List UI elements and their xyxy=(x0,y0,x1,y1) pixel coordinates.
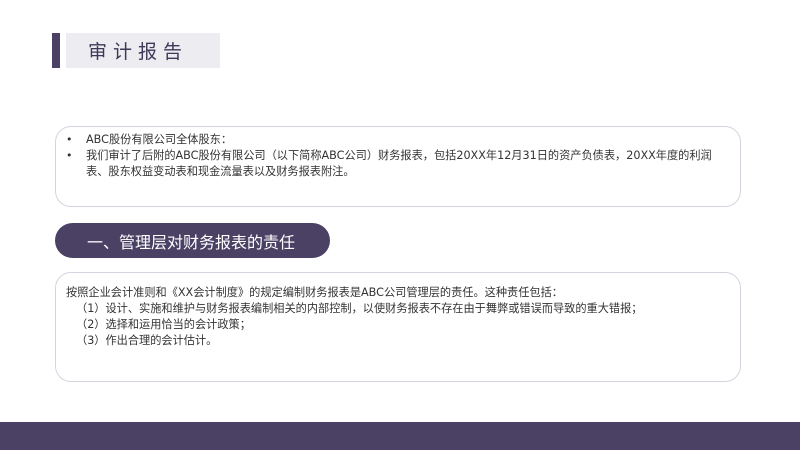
section-heading: 一、管理层对财务报表的责任 xyxy=(87,232,296,252)
title-accent-bar xyxy=(52,33,60,68)
bullet-icon: • xyxy=(66,133,73,146)
section-heading-pill: 一、管理层对财务报表的责任 xyxy=(55,223,330,258)
list-item: （2）选择和运用恰当的会计政策； xyxy=(76,318,251,331)
intro-card: • ABC股份有限公司全体股东： • 我们审计了后附的ABC股份有限公司（以下简称A… xyxy=(55,126,741,207)
list-item: （3）作出合理的会计估计。 xyxy=(76,334,218,347)
list-item: （1）设计、实施和维护与财务报表编制相关的内部控制，以使财务报表不存在由于舞弊或… xyxy=(76,302,643,315)
intro-bullet-text: ABC股份有限公司全体股东： xyxy=(86,133,233,146)
footer-bar xyxy=(0,422,800,450)
responsibility-card: 按照企业会计准则和《XX会计制度》的规定编制财务报表是ABC公司管理层的责任。这… xyxy=(55,272,741,382)
responsibility-text: 按照企业会计准则和《XX会计制度》的规定编制财务报表是ABC公司管理层的责任。这… xyxy=(56,273,740,349)
intro-bullet-list: • ABC股份有限公司全体股东： • 我们审计了后附的ABC股份有限公司（以下简称A… xyxy=(56,127,740,180)
page-title: 审计报告 xyxy=(88,41,189,63)
bullet-icon: • xyxy=(66,149,73,162)
list-item: • 我们审计了后附的ABC股份有限公司（以下简称ABC公司）财务报表，包括20XX… xyxy=(66,148,726,180)
responsibility-lead: 按照企业会计准则和《XX会计制度》的规定编制财务报表是ABC公司管理层的责任。这… xyxy=(66,286,563,299)
list-item: • ABC股份有限公司全体股东： xyxy=(66,132,726,148)
title-box: 审计报告 xyxy=(66,33,220,68)
intro-bullet-text: 我们审计了后附的ABC股份有限公司（以下简称ABC公司）财务报表，包括20XX年… xyxy=(86,149,712,178)
